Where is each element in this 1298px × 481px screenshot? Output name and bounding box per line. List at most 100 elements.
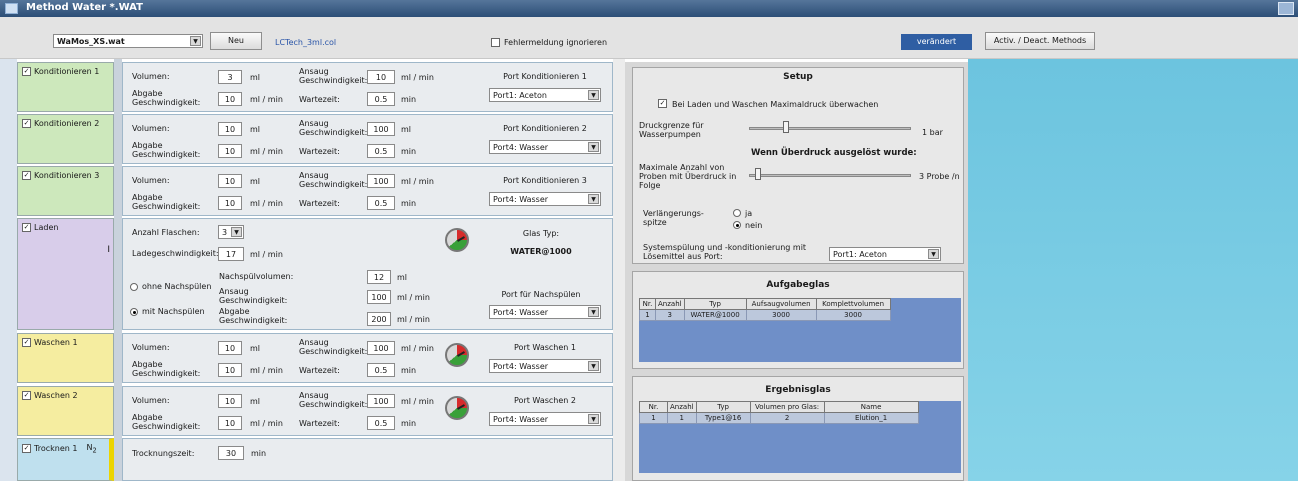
col-file-label: LCTech_3ml.col: [275, 38, 337, 47]
step-konditionieren-2[interactable]: ✓ Konditionieren 2: [17, 114, 114, 164]
ansaug-unit: ml / min: [397, 293, 430, 302]
wartezeit-input[interactable]: 0.5: [367, 196, 395, 210]
ohne-nachspuelen-radio[interactable]: [130, 283, 138, 291]
konditionieren-3-checkbox[interactable]: ✓: [22, 171, 31, 180]
port-value: Port1: Aceton: [493, 91, 547, 100]
abgabe-unit: ml / min: [397, 315, 430, 324]
anzahl-value: 3: [222, 228, 228, 237]
ansaug-unit: ml / min: [401, 397, 434, 406]
table-cell: 3000: [815, 309, 891, 321]
verl-nein-radio[interactable]: [733, 221, 741, 229]
waschen-1-checkbox[interactable]: ✓: [22, 338, 31, 347]
abgabe-input[interactable]: 200: [367, 312, 391, 326]
abgabe-input[interactable]: 10: [218, 92, 242, 106]
method-select[interactable]: WaMos_XS.wat ▼: [53, 34, 203, 48]
ladeg-input[interactable]: 17: [218, 247, 244, 261]
anzahl-select[interactable]: 3 ▼: [218, 225, 244, 239]
trocknung-unit: min: [251, 449, 267, 458]
ansaug-input[interactable]: 100: [367, 174, 395, 188]
table-cell: 3: [655, 309, 685, 321]
chevron-down-icon[interactable]: ▼: [588, 361, 599, 371]
step-label: Laden: [34, 223, 59, 232]
port-select[interactable]: Port1: Aceton ▼: [489, 88, 601, 102]
port-select[interactable]: Port4: Wasser ▼: [489, 359, 601, 373]
abgabe-label: Abgabe Geschwindigkeit:: [132, 360, 201, 378]
ansaug-input[interactable]: 100: [367, 341, 395, 355]
ansaug-input[interactable]: 100: [367, 290, 391, 304]
abgabe-input[interactable]: 10: [218, 196, 242, 210]
port-select[interactable]: Port4: Wasser ▼: [489, 412, 601, 426]
chevron-down-icon[interactable]: ▼: [588, 142, 599, 152]
waschen-2-checkbox[interactable]: ✓: [22, 391, 31, 400]
konditionieren-2-checkbox[interactable]: ✓: [22, 119, 31, 128]
abgabe-unit: ml / min: [250, 95, 283, 104]
maxdruck-checkbox[interactable]: ✓: [658, 99, 667, 108]
table-row[interactable]: 1 3 WATER@1000 3000 3000: [639, 309, 891, 321]
step-konditionieren-1[interactable]: ✓ Konditionieren 1: [17, 62, 114, 112]
new-button[interactable]: Neu: [210, 32, 262, 50]
ansaug-unit: ml / min: [401, 344, 434, 353]
table-cell: Elution_1: [823, 412, 919, 424]
ansaug-input[interactable]: 100: [367, 122, 395, 136]
ignore-errors-checkbox[interactable]: [491, 38, 500, 47]
volumen-unit: ml: [250, 73, 261, 82]
abgabe-unit: ml / min: [250, 199, 283, 208]
abgabe-input[interactable]: 10: [218, 416, 242, 430]
port-select[interactable]: Port4: Wasser ▼: [489, 192, 601, 206]
status-badge: verändert: [901, 34, 972, 50]
slider-thumb[interactable]: [755, 168, 761, 180]
volumen-input[interactable]: 3: [218, 70, 242, 84]
konditionieren-1-checkbox[interactable]: ✓: [22, 67, 31, 76]
druck-slider[interactable]: [747, 117, 917, 139]
activate-methods-button[interactable]: Activ. / Deact. Methods: [985, 32, 1095, 50]
step-waschen-2[interactable]: ✓ Waschen 2: [17, 386, 114, 436]
verl-ja-radio[interactable]: [733, 209, 741, 217]
ansaug-input[interactable]: 100: [367, 394, 395, 408]
toolbar: WaMos_XS.wat ▼ Neu LCTech_3ml.col Fehler…: [0, 17, 1298, 59]
column-header: Nr.: [639, 401, 668, 413]
abgabe-input[interactable]: 10: [218, 144, 242, 158]
proben-slider[interactable]: [747, 165, 917, 187]
table-row[interactable]: 1 1 Type1@16 2 Elution_1: [639, 412, 919, 424]
pressure-gauge-icon: [445, 343, 469, 367]
column-header: Komplettvolumen: [815, 298, 891, 310]
wartezeit-input[interactable]: 0.5: [367, 416, 395, 430]
chevron-down-icon[interactable]: ▼: [588, 90, 599, 100]
step-laden[interactable]: ✓ Laden I: [17, 218, 114, 330]
window-control-button[interactable]: [1278, 2, 1294, 15]
chevron-down-icon[interactable]: ▼: [588, 194, 599, 204]
step-trocknen-1[interactable]: ✓ Trocknen 1 N2: [17, 438, 114, 481]
trocknung-input[interactable]: 30: [218, 446, 244, 460]
mit-nachspuelen-radio[interactable]: [130, 308, 138, 316]
wartezeit-input[interactable]: 0.5: [367, 144, 395, 158]
ansaug-label: Ansaug Geschwindigkeit:: [299, 67, 368, 85]
step-waschen-1[interactable]: ✓ Waschen 1: [17, 333, 114, 383]
volumen-input[interactable]: 10: [218, 174, 242, 188]
abgabe-input[interactable]: 10: [218, 363, 242, 377]
step-label: Konditionieren 3: [34, 171, 100, 180]
chevron-down-icon[interactable]: ▼: [231, 227, 242, 237]
volumen-input[interactable]: 10: [218, 122, 242, 136]
wartezeit-input[interactable]: 0.5: [367, 92, 395, 106]
laden-checkbox[interactable]: ✓: [22, 223, 31, 232]
slider-track: [749, 174, 911, 177]
spuel-port-select[interactable]: Port1: Aceton ▼: [829, 247, 941, 261]
step-konditionieren-3[interactable]: ✓ Konditionieren 3: [17, 166, 114, 216]
slider-thumb[interactable]: [783, 121, 789, 133]
volumen-input[interactable]: 10: [218, 341, 242, 355]
chevron-down-icon[interactable]: ▼: [588, 307, 599, 317]
chevron-down-icon[interactable]: ▼: [588, 414, 599, 424]
chevron-down-icon[interactable]: ▼: [928, 249, 939, 259]
ansaug-input[interactable]: 10: [367, 70, 395, 84]
port-select[interactable]: Port4: Wasser ▼: [489, 140, 601, 154]
port-nachspuelen-select[interactable]: Port4: Wasser ▼: [489, 305, 601, 319]
proben-label: Maximale Anzahl von Proben mit Überdruck…: [639, 163, 737, 190]
volumen-input[interactable]: 10: [218, 394, 242, 408]
nachspuel-input[interactable]: 12: [367, 270, 391, 284]
column-header: Volumen pro Glas:: [749, 401, 825, 413]
aufgabeglas-title: Aufgabeglas: [766, 280, 830, 290]
port-label: Port für Nachspülen: [501, 290, 581, 299]
chevron-down-icon[interactable]: ▼: [190, 36, 201, 46]
wartezeit-input[interactable]: 0.5: [367, 363, 395, 377]
trocknen-1-checkbox[interactable]: ✓: [22, 444, 31, 454]
